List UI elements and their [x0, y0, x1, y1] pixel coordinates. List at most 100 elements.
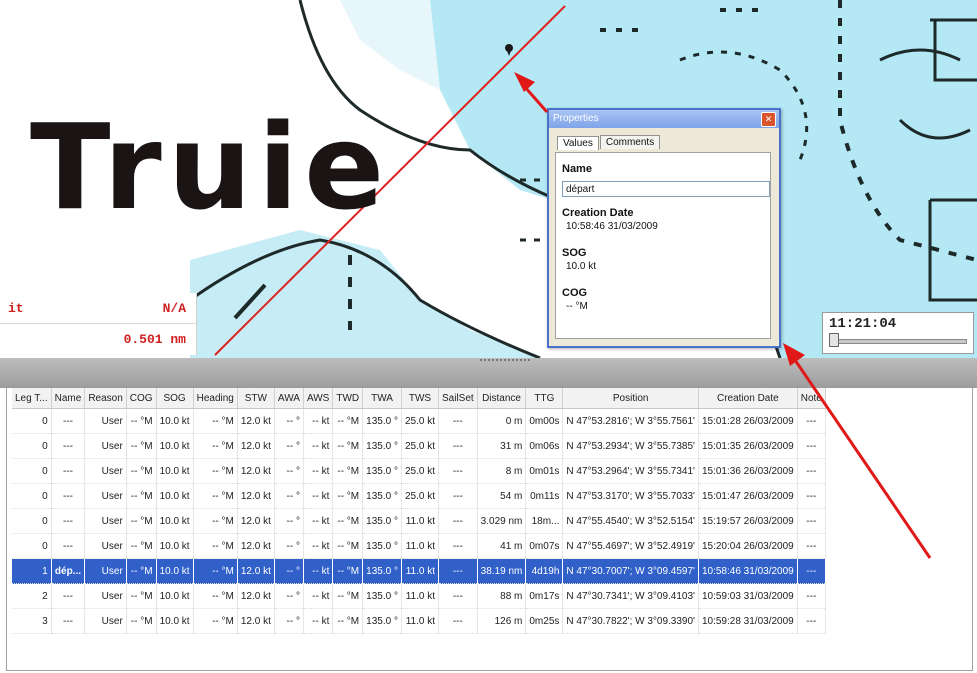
time-slider-track[interactable] [829, 339, 967, 344]
cell-reason: User [84, 408, 127, 434]
cell-distance: 3.029 nm [477, 508, 527, 534]
cell-tws: 11.0 kt [401, 533, 439, 559]
column-header-aws[interactable]: AWS [303, 388, 334, 409]
dialog-titlebar[interactable]: Properties ✕ [549, 110, 779, 128]
column-header-position[interactable]: Position [562, 388, 699, 409]
column-header-leg-type[interactable]: Leg T... [12, 388, 52, 409]
table-row[interactable]: 0 --- User -- °M 10.0 kt -- °M 12.0 kt -- ° -- k… [12, 433, 826, 459]
column-header-awa[interactable]: AWA [274, 388, 304, 409]
cell-aws: -- kt [303, 458, 334, 484]
cell-stw: 12.0 kt [237, 608, 275, 634]
column-header-sailset[interactable]: SailSet [438, 388, 478, 409]
cell-cog: -- °M [126, 558, 157, 584]
navigation-info-panel: it N/A 0.501 nm [0, 293, 197, 355]
table-row[interactable]: 0 --- User -- °M 10.0 kt -- °M 12.0 kt -- ° -- k… [12, 458, 826, 484]
cell-note: --- [797, 408, 826, 434]
cell-awa: -- ° [274, 433, 304, 459]
cell-distance: 38.19 nm [477, 558, 527, 584]
cell-sog: 10.0 kt [156, 533, 194, 559]
cell-twd: -- °M [332, 583, 364, 609]
cell-twa: 135.0 ° [362, 458, 402, 484]
cell-sailset: --- [438, 558, 478, 584]
cell-ttg: 0m06s [525, 433, 564, 459]
close-icon[interactable]: ✕ [761, 112, 776, 127]
table-row[interactable]: 1 dép... User -- °M 10.0 kt -- °M 12.0 kt -- ° -… [12, 558, 826, 584]
info-value: N/A [162, 301, 186, 316]
name-label: Name [562, 163, 592, 175]
cell-leg-type: 0 [12, 408, 52, 434]
cell-stw: 12.0 kt [237, 483, 275, 509]
table-row[interactable]: 0 --- User -- °M 10.0 kt -- °M 12.0 kt -- ° -- k… [12, 533, 826, 559]
cell-heading: -- °M [193, 433, 238, 459]
cell-heading: -- °M [193, 583, 238, 609]
cell-distance: 8 m [477, 458, 527, 484]
cell-sog: 10.0 kt [156, 583, 194, 609]
cell-leg-type: 3 [12, 608, 52, 634]
cell-awa: -- ° [274, 483, 304, 509]
cell-awa: -- ° [274, 583, 304, 609]
cell-stw: 12.0 kt [237, 583, 275, 609]
cell-awa: -- ° [274, 533, 304, 559]
time-slider-panel: 11:21:04 [822, 312, 974, 354]
column-header-creation-date[interactable]: Creation Date [698, 388, 798, 409]
cell-twa: 135.0 ° [362, 533, 402, 559]
distance-value: 0.501 nm [123, 332, 186, 347]
table-row[interactable]: 0 --- User -- °M 10.0 kt -- °M 12.0 kt -- ° -- k… [12, 408, 826, 434]
column-header-stw[interactable]: STW [237, 388, 275, 409]
cell-stw: 12.0 kt [237, 508, 275, 534]
cell-position: N 47°30.7822'; W 3°09.3390' [562, 608, 699, 634]
table-row[interactable]: 0 --- User -- °M 10.0 kt -- °M 12.0 kt -- ° -- k… [12, 508, 826, 534]
cell-stw: 12.0 kt [237, 408, 275, 434]
column-header-sog[interactable]: SOG [156, 388, 194, 409]
cell-ttg: 0m25s [525, 608, 564, 634]
cell-position: N 47°53.2934'; W 3°55.7385' [562, 433, 699, 459]
cell-name: --- [51, 408, 86, 434]
tab-comments[interactable]: Comments [599, 135, 661, 149]
column-header-twa[interactable]: TWA [362, 388, 402, 409]
cell-cog: -- °M [126, 533, 157, 559]
column-header-name[interactable]: Name [51, 388, 86, 409]
cell-note: --- [797, 558, 826, 584]
cell-position: N 47°53.2964'; W 3°55.7341' [562, 458, 699, 484]
cell-heading: -- °M [193, 483, 238, 509]
cell-reason: User [84, 533, 127, 559]
cell-sog: 10.0 kt [156, 508, 194, 534]
table-row[interactable]: 2 --- User -- °M 10.0 kt -- °M 12.0 kt -- ° -- k… [12, 583, 826, 609]
tab-values[interactable]: Values [557, 136, 599, 150]
splitter-grip-icon[interactable] [480, 359, 530, 365]
cell-reason: User [84, 458, 127, 484]
cell-distance: 54 m [477, 483, 527, 509]
table-row[interactable]: 3 --- User -- °M 10.0 kt -- °M 12.0 kt -- ° -- k… [12, 608, 826, 634]
cell-awa: -- ° [274, 558, 304, 584]
clock-readout: 11:21:04 [829, 316, 897, 332]
cell-tws: 25.0 kt [401, 483, 439, 509]
table-row[interactable]: 0 --- User -- °M 10.0 kt -- °M 12.0 kt -- ° -- k… [12, 483, 826, 509]
column-header-heading[interactable]: Heading [193, 388, 238, 409]
time-slider-thumb[interactable] [829, 333, 839, 347]
cell-aws: -- kt [303, 483, 334, 509]
column-header-reason[interactable]: Reason [84, 388, 127, 409]
cell-leg-type: 0 [12, 508, 52, 534]
column-header-ttg[interactable]: TTG [525, 388, 564, 409]
cell-note: --- [797, 433, 826, 459]
cell-aws: -- kt [303, 508, 334, 534]
name-field[interactable]: départ [562, 181, 770, 197]
cell-stw: 12.0 kt [237, 558, 275, 584]
panel-splitter[interactable] [0, 358, 977, 388]
cell-sog: 10.0 kt [156, 433, 194, 459]
column-header-tws[interactable]: TWS [401, 388, 439, 409]
cell-sailset: --- [438, 583, 478, 609]
column-header-distance[interactable]: Distance [477, 388, 527, 409]
column-header-note[interactable]: Note [797, 388, 826, 409]
cell-twa: 135.0 ° [362, 433, 402, 459]
cell-stw: 12.0 kt [237, 458, 275, 484]
cell-heading: -- °M [193, 558, 238, 584]
chart-map[interactable]: Truie it N/A 0.501 nm 11:21:04 Propertie… [0, 0, 977, 358]
cell-ttg: 0m17s [525, 583, 564, 609]
column-header-cog[interactable]: COG [126, 388, 157, 409]
cell-aws: -- kt [303, 583, 334, 609]
values-pane: Name départ Creation Date 10:58:46 31/03… [555, 152, 771, 339]
cell-aws: -- kt [303, 608, 334, 634]
cell-name: --- [51, 483, 86, 509]
column-header-twd[interactable]: TWD [332, 388, 364, 409]
